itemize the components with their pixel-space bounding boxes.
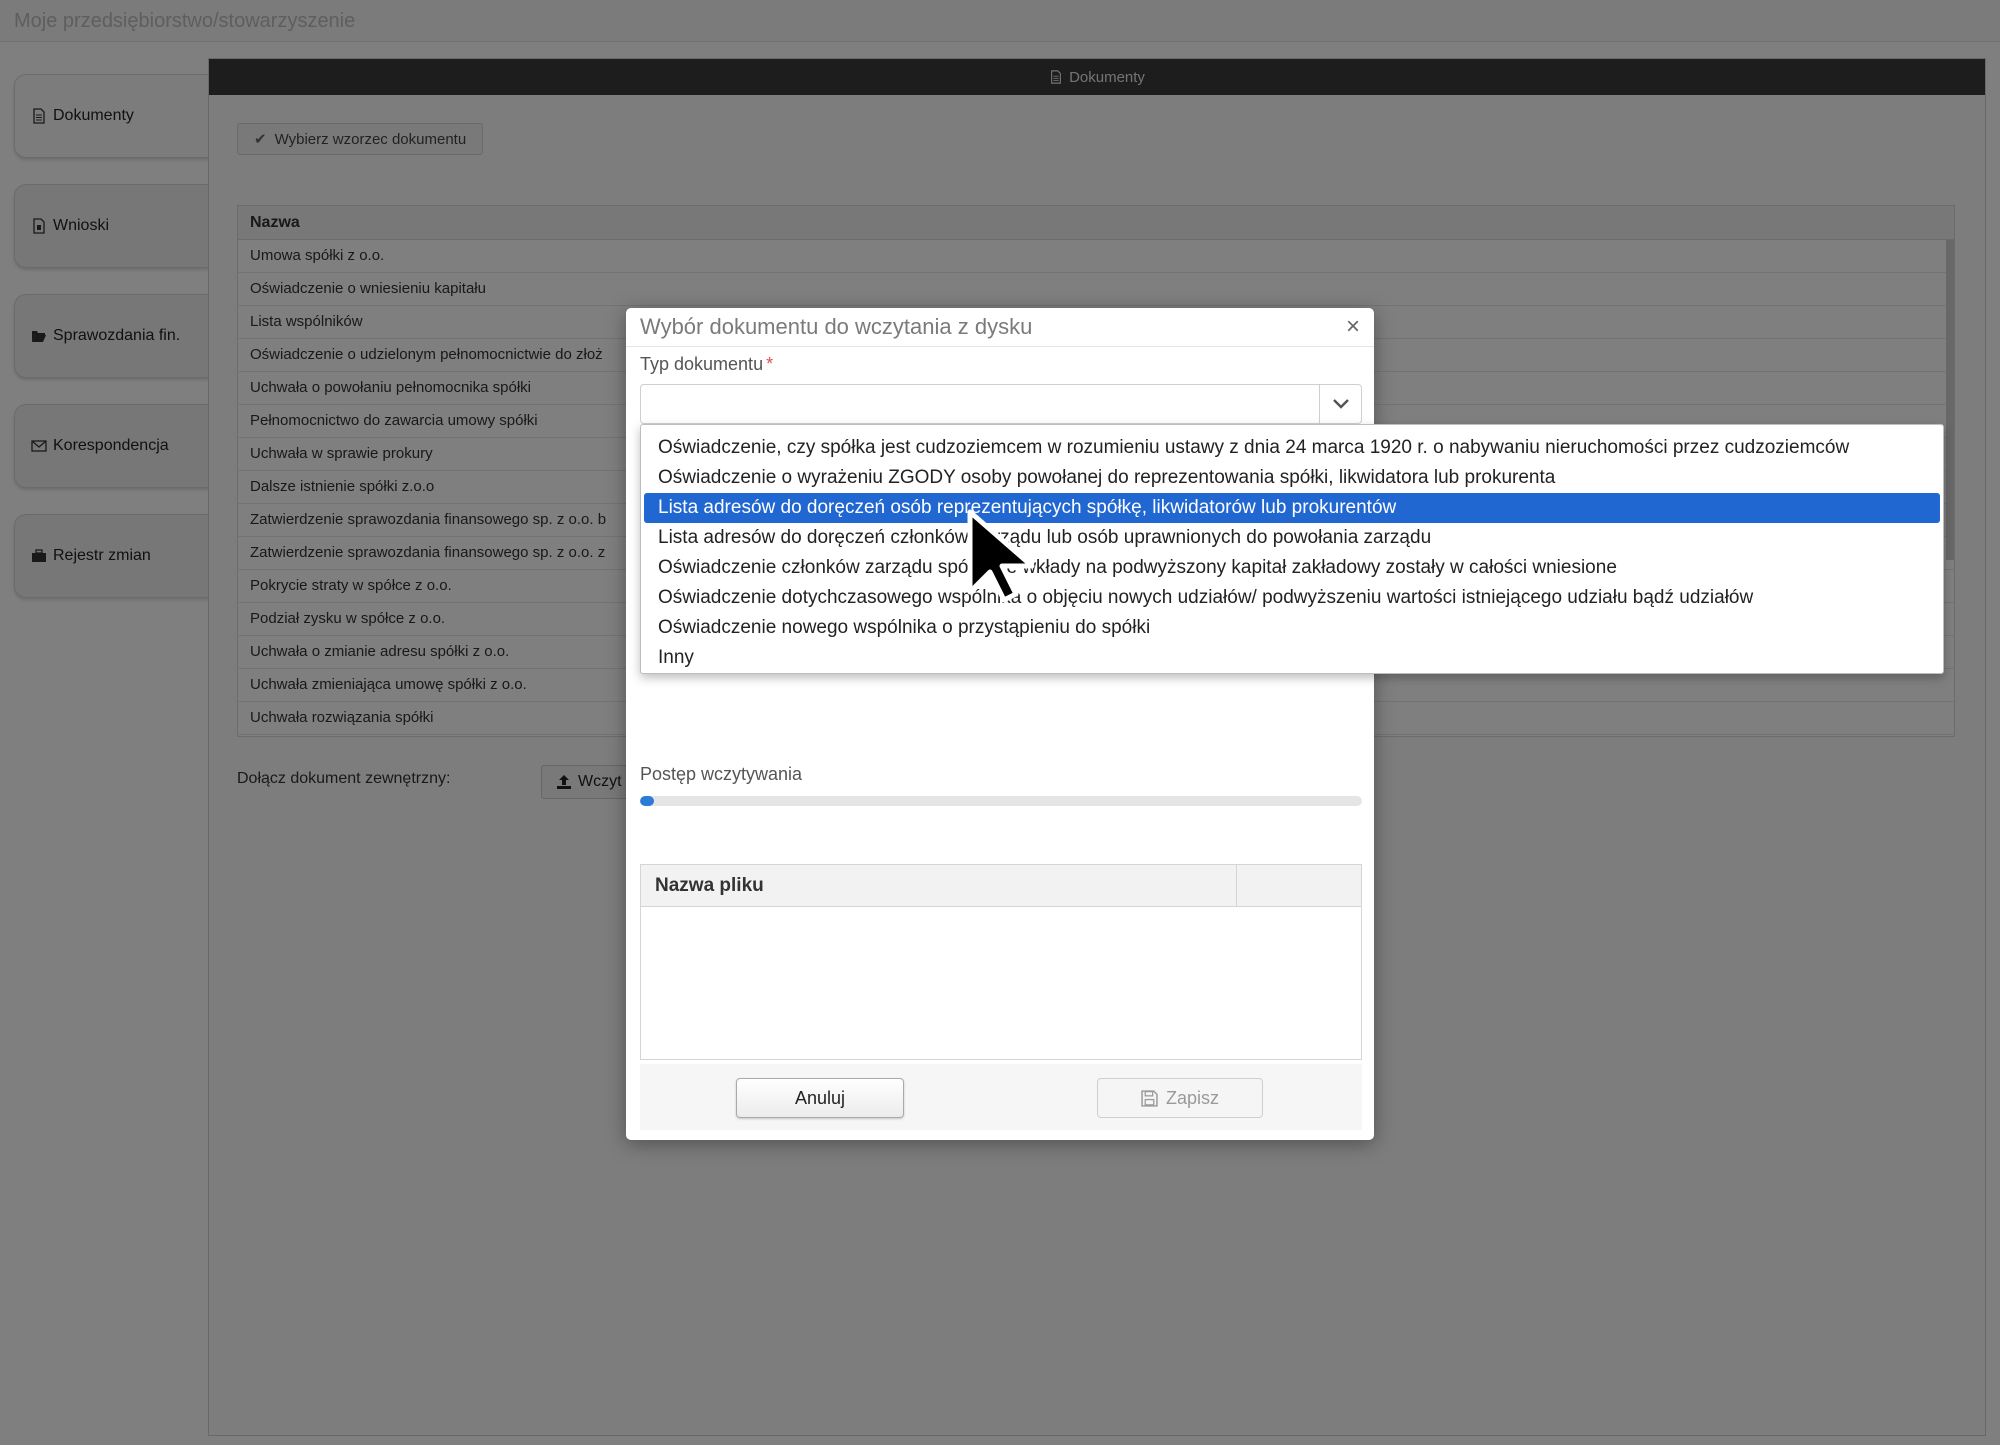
divider bbox=[626, 346, 1374, 347]
dropdown-option[interactable]: Oświadczenie dotychczasowego wspólnika o… bbox=[644, 583, 1940, 613]
document-type-label-text: Typ dokumentu bbox=[640, 354, 764, 374]
required-marker: * bbox=[766, 354, 774, 374]
dropdown-option[interactable]: Lista adresów do doręczeń członków zarzą… bbox=[644, 523, 1940, 553]
document-type-select[interactable] bbox=[640, 384, 1362, 424]
file-table: Nazwa pliku bbox=[640, 864, 1362, 1060]
document-type-dropdown: Oświadczenie, czy spółka jest cudzoziemc… bbox=[640, 424, 1944, 674]
dropdown-option[interactable]: Oświadczenie nowego wspólnika o przystąp… bbox=[644, 613, 1940, 643]
chevron-down-icon[interactable] bbox=[1319, 385, 1361, 423]
app-window: Moje przedsiębiorstwo/stowarzyszenie Dok… bbox=[0, 0, 2000, 1445]
progress-label: Postęp wczytywania bbox=[640, 764, 803, 784]
dialog-title: Wybór dokumentu do wczytania z dysku bbox=[640, 314, 1033, 339]
progress-fill bbox=[640, 796, 655, 806]
dropdown-option-highlighted[interactable]: Lista adresów do doręczeń osób reprezent… bbox=[644, 493, 1940, 523]
cancel-button[interactable]: Anuluj bbox=[736, 1078, 904, 1118]
mouse-cursor-icon bbox=[967, 509, 1035, 603]
file-table-header: Nazwa pliku bbox=[641, 865, 1361, 907]
dropdown-option[interactable]: Inny bbox=[644, 643, 1940, 673]
column-header-file-name: Nazwa pliku bbox=[655, 875, 764, 896]
save-icon bbox=[1141, 1089, 1158, 1107]
dropdown-option[interactable]: Oświadczenie członków zarządu spółki, że… bbox=[644, 553, 1940, 583]
column-divider bbox=[1236, 865, 1237, 907]
save-button[interactable]: Zapisz bbox=[1097, 1078, 1263, 1118]
upload-progress-bar bbox=[640, 796, 1362, 806]
dropdown-option[interactable]: Oświadczenie, czy spółka jest cudzoziemc… bbox=[644, 433, 1940, 463]
close-icon[interactable]: × bbox=[1342, 315, 1364, 339]
dropdown-option[interactable]: Oświadczenie o wyrażeniu ZGODY osoby pow… bbox=[644, 463, 1940, 493]
document-type-label: Typ dokumentu * bbox=[640, 354, 773, 375]
dialog-footer: Anuluj Zapisz bbox=[640, 1064, 1362, 1130]
save-button-label: Zapisz bbox=[1165, 1087, 1219, 1108]
